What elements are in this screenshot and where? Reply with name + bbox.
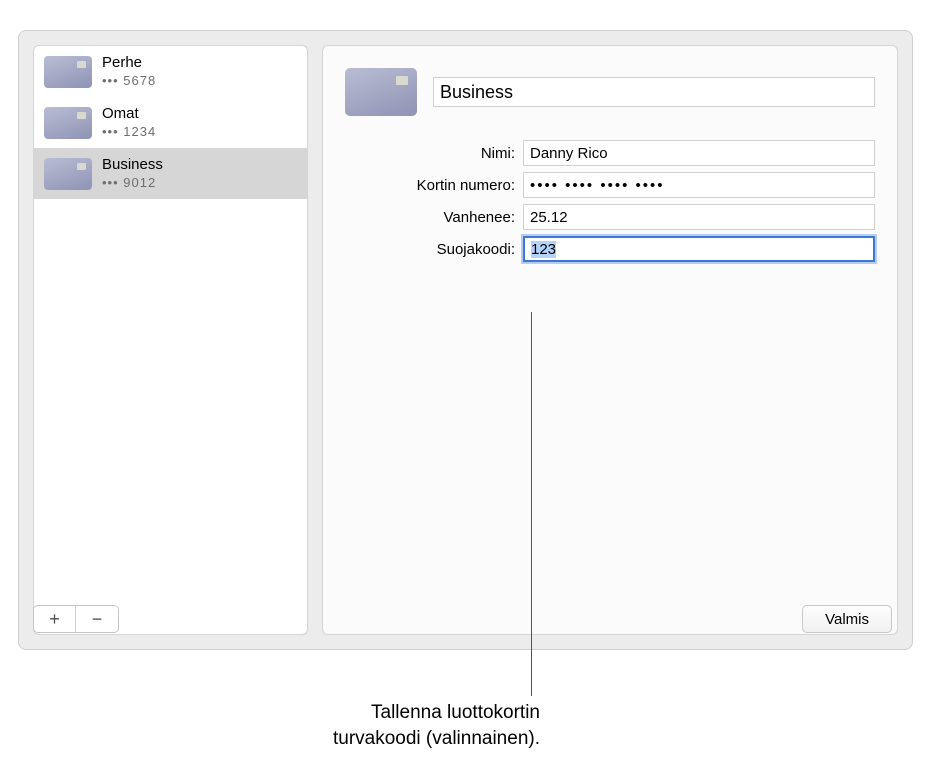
row-expires: Vanhenee: [345, 204, 875, 230]
callout-text: Tallenna luottokortin turvakoodi (valinn… [0, 700, 540, 751]
callout-line2: turvakoodi (valinnainen). [333, 728, 540, 749]
plus-icon: + [49, 609, 60, 630]
card-item-business[interactable]: Business ••• 9012 [34, 148, 307, 199]
autofill-cards-window: Perhe ••• 5678 Omat ••• 1234 Business [18, 30, 913, 650]
label-expires: Vanhenee: [345, 209, 515, 226]
callout-line1: Tallenna luottokortin [371, 702, 540, 723]
cards-sidebar: Perhe ••• 5678 Omat ••• 1234 Business [33, 45, 308, 635]
credit-card-icon [44, 158, 92, 190]
add-remove-segment: + − [33, 605, 119, 633]
callout-leader-line [531, 312, 532, 696]
body-row: Perhe ••• 5678 Omat ••• 1234 Business [19, 31, 912, 649]
add-button[interactable]: + [34, 606, 76, 632]
number-field[interactable] [523, 172, 875, 198]
card-title-field[interactable] [433, 77, 875, 107]
card-item-last4: ••• 9012 [102, 175, 163, 191]
card-detail-panel: Nimi: Kortin numero: Vanhenee: Suojakood… [322, 45, 898, 635]
label-cvv: Suojakoodi: [345, 241, 515, 258]
remove-button[interactable]: − [76, 606, 118, 632]
card-item-omat[interactable]: Omat ••• 1234 [34, 97, 307, 148]
card-item-perhe[interactable]: Perhe ••• 5678 [34, 46, 307, 97]
card-item-name: Omat [102, 105, 156, 124]
cards-list: Perhe ••• 5678 Omat ••• 1234 Business [34, 46, 307, 634]
card-item-lines: Perhe ••• 5678 [102, 54, 156, 89]
card-item-last4: ••• 1234 [102, 124, 156, 140]
credit-card-icon [44, 56, 92, 88]
credit-card-icon [44, 107, 92, 139]
card-item-name: Perhe [102, 54, 156, 73]
name-field[interactable] [523, 140, 875, 166]
label-number: Kortin numero: [345, 177, 515, 194]
card-item-name: Business [102, 156, 163, 175]
done-button[interactable]: Valmis [802, 605, 892, 633]
expires-field[interactable] [523, 204, 875, 230]
sidebar-toolbar: + − [33, 605, 119, 633]
card-item-lines: Business ••• 9012 [102, 156, 163, 191]
card-item-lines: Omat ••• 1234 [102, 105, 156, 140]
credit-card-icon [345, 68, 417, 116]
row-name: Nimi: [345, 140, 875, 166]
row-number: Kortin numero: [345, 172, 875, 198]
done-button-label: Valmis [825, 611, 869, 628]
cvv-field[interactable]: 123 [523, 236, 875, 262]
cvv-value: 123 [531, 241, 556, 258]
card-item-last4: ••• 5678 [102, 73, 156, 89]
detail-header [345, 68, 875, 116]
row-cvv: Suojakoodi: 123 [345, 236, 875, 262]
minus-icon: − [92, 609, 103, 630]
label-name: Nimi: [345, 145, 515, 162]
